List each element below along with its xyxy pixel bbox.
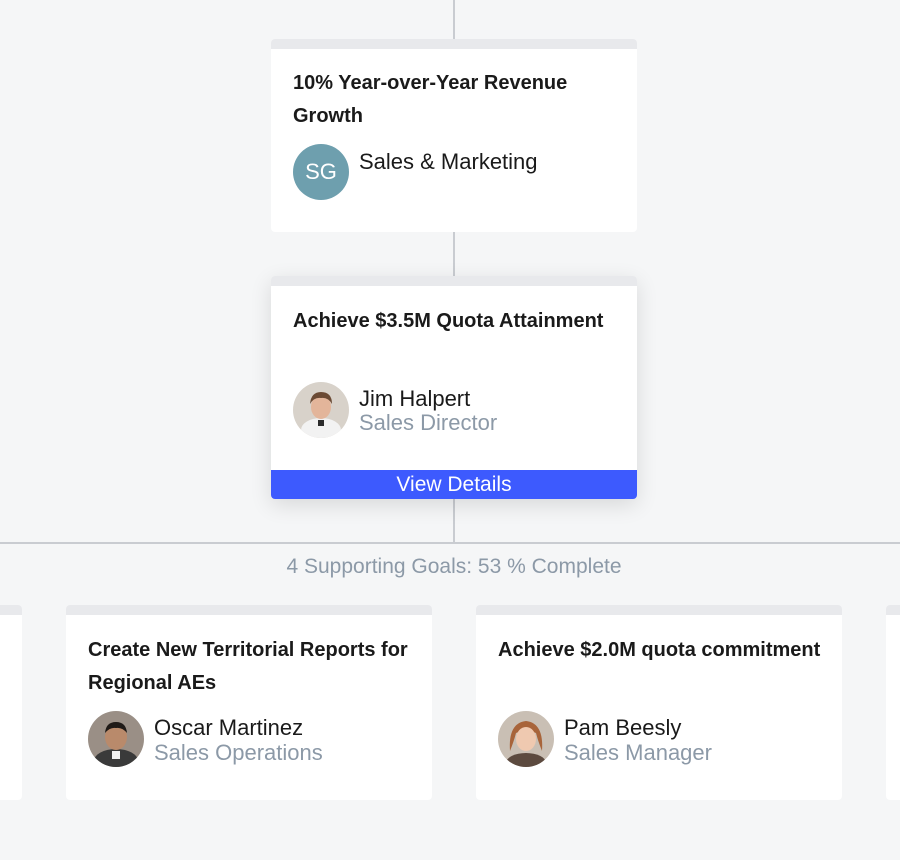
owner-role: Sales Director [359,410,498,435]
owner-name: Jim Halpert [359,386,471,411]
goal-title: Achieve $3.5M Quota Attainment [293,310,604,332]
current-goal-card[interactable]: Achieve $3.5M Quota Attainment Jim Halpe… [271,276,637,499]
owner-avatar [88,711,144,767]
owner-role: Sales Manager [564,740,712,765]
goal-title: Create New Territorial Reports for Regio… [88,639,408,694]
connector-horizontal [0,542,900,544]
card-top-bar [66,605,432,615]
connector-middle [453,232,455,276]
person-photo-icon [498,711,554,767]
owner-avatar [498,711,554,767]
supporting-goal-card-partial-left[interactable] [0,605,22,800]
card-top-bar [271,39,637,49]
person-photo-icon [88,711,144,767]
connector-bottom [453,499,455,543]
goal-title: 10% Year-over-Year Revenue Growth [293,72,568,127]
view-details-button[interactable]: View Details [271,470,637,499]
card-top-bar [0,605,22,615]
owner-name: Oscar Martinez [154,715,304,740]
supporting-goal-card[interactable]: Create New Territorial Reports for Regio… [66,605,432,800]
owner-name: Pam Beesly [564,715,682,740]
parent-goal-card[interactable]: 10% Year-over-Year Revenue Growth SG Sal… [271,39,637,232]
supporting-goal-card-partial-right[interactable] [886,605,900,800]
owner-initials: SG [305,159,337,184]
card-top-bar [886,605,900,615]
supporting-goals-summary: 4 Supporting Goals: 53 % Complete [286,555,622,578]
card-top-bar [476,605,842,615]
owner-avatar: SG [293,144,349,200]
goal-title: Achieve $2.0M quota commitment [498,639,821,661]
card-top-bar [271,276,637,286]
supporting-goal-card[interactable]: Achieve $2.0M quota commitment Pam Beesl… [476,605,842,800]
connector-top [453,0,455,40]
person-photo-icon [293,382,349,438]
owner-name: Sales & Marketing [359,149,538,174]
owner-avatar [293,382,349,438]
owner-role: Sales Operations [154,740,323,765]
